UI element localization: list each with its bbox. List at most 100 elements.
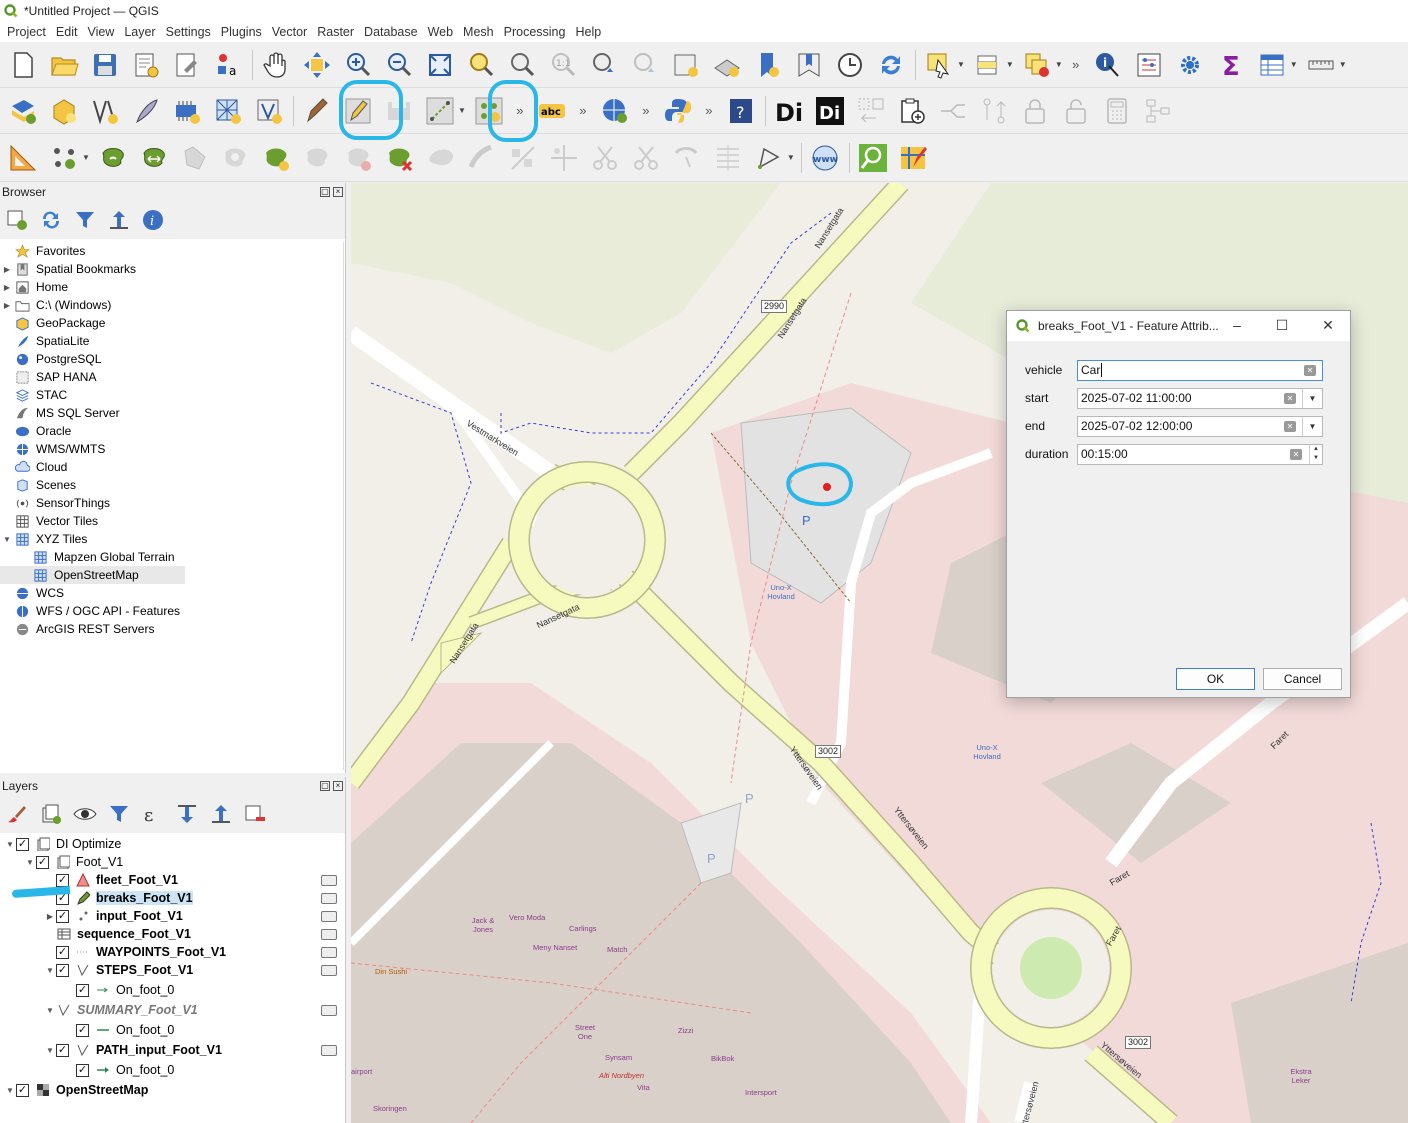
maximize-icon[interactable]: ☐ [1272,317,1292,334]
toolbar2-overflow-c[interactable]: » [639,103,653,118]
toolbar2-overflow-d[interactable]: » [702,103,716,118]
layer-row-sequence-foot-v1[interactable]: sequence_Foot_V1 [0,925,344,943]
save-layer-edits-button[interactable] [382,94,416,128]
new-print-layout-button[interactable] [129,48,163,82]
measure-line-button[interactable] [1304,48,1338,82]
di-lock-button[interactable] [1018,94,1052,128]
map-tool-plugin-button[interactable] [897,141,931,175]
expand-arrow-icon[interactable]: ▼ [0,535,14,544]
menu-mesh[interactable]: Mesh [458,25,499,39]
float-panel-icon[interactable]: ▢ [320,187,330,197]
collapse-all-layers-button[interactable] [208,801,234,827]
merge-features-button[interactable] [588,141,622,175]
menu-vector[interactable]: Vector [267,25,312,39]
vertex-tool-dropdown[interactable]: ▼ [82,153,90,162]
start-calendar-dropdown[interactable]: ▼ [1302,388,1322,408]
di-tool-4-button[interactable] [977,94,1011,128]
temporal-controller-button[interactable] [833,48,867,82]
browser-item-c-windows[interactable]: ▶ C:\ (Windows) [0,296,344,314]
reshape-feature-button[interactable] [424,141,458,175]
layer-row-steps-foot-v1[interactable]: ▼ ✓ STEPS_Foot_V1 [0,961,344,979]
browser-item-wfs-ogc-api-features[interactable]: WFS / OGC API - Features [0,602,344,620]
attribute-selection-dropdown[interactable]: ▼ [1006,60,1014,69]
refresh-browser-button[interactable] [38,207,64,233]
select-dropdown-arrow[interactable]: ▼ [957,60,965,69]
menu-view[interactable]: View [82,25,119,39]
browser-item-favorites[interactable]: Favorites [0,242,344,260]
open-attribute-table-button[interactable] [1255,48,1289,82]
toolbar1-overflow-a[interactable]: » [1069,57,1083,72]
new-virtual-line-button[interactable] [252,94,286,128]
menu-raster[interactable]: Raster [312,25,359,39]
layer-row-on-foot-0[interactable]: ✓ On_foot_0 [0,979,344,1001]
fill-ring-button[interactable] [301,141,335,175]
select-features-button[interactable] [922,48,956,82]
layer-row-on-foot-0[interactable]: ✓ On_foot_0 [0,1019,344,1041]
open-field-calculator-button[interactable] [1132,48,1166,82]
layer-row-summary-foot-v1[interactable]: ▼ SUMMARY_Foot_V1 [0,1001,344,1019]
di-tool-1-button[interactable] [854,94,888,128]
layer-expand-arrow-icon[interactable]: ▼ [24,858,36,867]
browser-item-xyz-tiles[interactable]: ▼ XYZ Tiles [0,530,344,548]
add-selected-layers-button[interactable] [4,207,30,233]
browser-scrollbar[interactable] [343,242,344,770]
filter-browser-button[interactable] [72,207,98,233]
layer-row-path-input-foot-v1[interactable]: ▼ ✓ PATH_input_Foot_V1 [0,1041,344,1059]
clear-end-icon[interactable]: ✕ [1284,420,1296,432]
minimize-icon[interactable]: – [1227,317,1247,333]
layer-visibility-checkbox[interactable]: ✓ [76,1063,89,1077]
toggle-editing-button[interactable] [341,94,375,128]
new-geopackage-layer-button[interactable] [47,94,81,128]
pan-to-selection-button[interactable] [300,48,334,82]
properties-info-button[interactable]: i [140,207,166,233]
layer-expand-arrow-icon[interactable]: ▶ [44,912,56,921]
deselect-features-button[interactable] [1020,48,1054,82]
browser-item-wcs[interactable]: WCS [0,584,344,602]
expand-arrow-icon[interactable]: ▶ [0,265,14,274]
digitize-button[interactable] [129,94,163,128]
manage-visibility-button[interactable] [72,801,98,827]
offset-curve-button[interactable] [465,141,499,175]
save-project-button[interactable] [88,48,122,82]
toolbar2-overflow-b[interactable]: » [576,103,590,118]
layer-row-input-foot-v1[interactable]: ▶ ✓ input_Foot_V1 [0,907,344,925]
di-unlock-button[interactable] [1059,94,1093,128]
end-datetime-input[interactable]: 2025-07-02 12:00:00 ✕ ▼ [1077,415,1323,437]
menu-layer[interactable]: Layer [119,25,160,39]
zoom-last-button[interactable] [587,48,621,82]
layer-indicator-icon[interactable] [321,910,337,922]
zoom-to-selection-button[interactable] [464,48,498,82]
attribute-selection-button[interactable] [971,48,1005,82]
duration-spinner[interactable]: ▲ ▼ [1309,444,1322,464]
di-calculator-button[interactable] [1100,94,1134,128]
layer-indicator-icon[interactable] [321,892,337,904]
layer-visibility-checkbox[interactable]: ✓ [76,1023,89,1037]
menu-web[interactable]: Web [423,25,458,39]
menu-settings[interactable]: Settings [161,25,216,39]
new-project-button[interactable] [6,48,40,82]
browser-item-home[interactable]: ▶ Home [0,278,344,296]
offset-point-symbols-button[interactable] [711,141,745,175]
rotate-feature-button[interactable] [96,141,130,175]
layer-visibility-checkbox[interactable]: ✓ [16,1083,29,1097]
di-optimize-dark-button[interactable]: Di [813,94,847,128]
close-panel-icon[interactable]: × [333,187,343,197]
browser-item-spatialite[interactable]: SpatiaLite [0,332,344,350]
layer-indicator-icon[interactable] [321,1044,337,1056]
filter-legend-button[interactable] [106,801,132,827]
cancel-button[interactable]: Cancel [1263,668,1342,690]
layer-indicator-icon[interactable] [321,964,337,976]
end-calendar-dropdown[interactable]: ▼ [1302,416,1322,436]
reverse-line-dropdown[interactable]: ▼ [787,153,795,162]
layer-row-di-optimize[interactable]: ▼ ✓ DI Optimize [0,835,344,853]
browser-item-oracle[interactable]: Oracle [0,422,344,440]
delete-ring-button[interactable] [342,141,376,175]
clear-vehicle-icon[interactable]: ✕ [1304,364,1316,376]
split-features-button[interactable] [506,141,540,175]
layer-indicator-icon[interactable] [321,1004,337,1016]
di-tool-2-button[interactable] [895,94,929,128]
layer-styling-button[interactable] [4,801,30,827]
identify-features-button[interactable]: i [1091,48,1125,82]
label-toolbar-button[interactable]: abc [535,94,569,128]
zoom-out-button[interactable] [382,48,416,82]
